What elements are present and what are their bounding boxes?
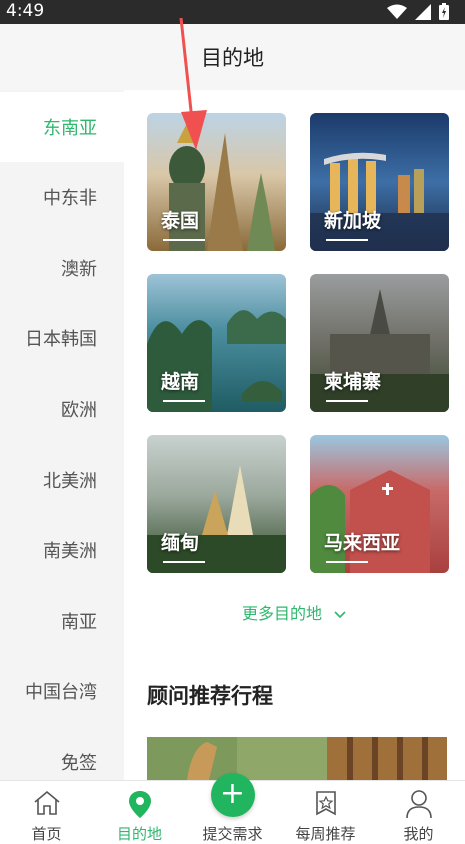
label-underline (163, 400, 205, 402)
sidebar-item-australia-nz[interactable]: 澳新 (0, 233, 124, 303)
sidebar-item-southeast-asia[interactable]: 东南亚 (0, 92, 124, 162)
destination-label: 新加坡 (324, 210, 382, 232)
destination-card-myanmar[interactable]: 缅甸 (147, 435, 286, 573)
user-icon (405, 790, 432, 819)
sidebar-item-north-america[interactable]: 北美洲 (0, 445, 124, 515)
destination-label: 柬埔寨 (324, 371, 382, 393)
label-underline (163, 239, 205, 241)
destination-card-thailand[interactable]: 泰国 (147, 113, 286, 251)
plus-icon[interactable]: + (210, 773, 255, 817)
tab-submit-request[interactable]: + 提交需求 (186, 773, 279, 843)
destination-card-singapore[interactable]: 新加坡 (310, 113, 449, 251)
section-title: 顾问推荐行程 (147, 684, 273, 708)
sidebar-item-south-asia[interactable]: 南亚 (0, 586, 124, 656)
bottom-tab-bar: 首页 目的地 + 提交需求 每周推荐 我的 (0, 773, 465, 843)
sidebar-item-middle-east-africa[interactable]: 中东非 (0, 162, 124, 232)
destination-card-vietnam[interactable]: 越南 (147, 274, 286, 412)
tab-label: 目的地 (116, 825, 162, 843)
home-icon (33, 790, 60, 815)
status-bar: 4:49 (0, 0, 465, 24)
tab-label: 首页 (31, 825, 62, 843)
sidebar-item-taiwan[interactable]: 中国台湾 (0, 656, 124, 726)
region-sidebar: 东南亚 中东非 澳新 日本韩国 欧洲 北美洲 南美洲 南亚 中国台湾 免签 (0, 90, 124, 780)
label-underline (326, 239, 368, 241)
tab-destinations[interactable]: 目的地 (93, 781, 186, 843)
itinerary-image (147, 737, 447, 780)
signal-icon (415, 3, 431, 20)
tab-label: 我的 (403, 825, 434, 843)
sidebar-item-europe[interactable]: 欧洲 (0, 374, 124, 444)
tab-label: 每周推荐 (295, 825, 356, 843)
sidebar-item-south-america[interactable]: 南美洲 (0, 515, 124, 585)
label-underline (326, 561, 368, 563)
label-underline (163, 561, 205, 563)
star-badge-icon (315, 791, 336, 816)
itinerary-card[interactable] (147, 737, 447, 780)
label-underline (326, 400, 368, 402)
sidebar-item-japan-korea[interactable]: 日本韩国 (0, 303, 124, 373)
page-title: 目的地 (201, 46, 264, 70)
chevron-down-icon (334, 610, 346, 618)
destination-label: 泰国 (161, 210, 200, 232)
destination-card-cambodia[interactable]: 柬埔寨 (310, 274, 449, 412)
tab-home[interactable]: 首页 (0, 781, 93, 843)
wifi-icon (387, 4, 407, 19)
destination-label: 马来西亚 (324, 532, 401, 554)
battery-icon (439, 3, 449, 20)
destination-label: 缅甸 (161, 532, 200, 554)
tab-weekly-picks[interactable]: 每周推荐 (279, 781, 372, 843)
page-header: 目的地 (0, 24, 465, 90)
more-destinations-link[interactable]: 更多目的地 (124, 600, 465, 624)
more-destinations-label: 更多目的地 (241, 604, 322, 623)
status-time: 4:49 (6, 1, 45, 21)
tab-profile[interactable]: 我的 (372, 781, 465, 843)
destination-label: 越南 (161, 371, 200, 393)
status-icons (387, 3, 449, 20)
destination-card-malaysia[interactable]: 马来西亚 (310, 435, 449, 573)
location-pin-icon (128, 791, 151, 818)
tab-label: 提交需求 (202, 825, 263, 843)
